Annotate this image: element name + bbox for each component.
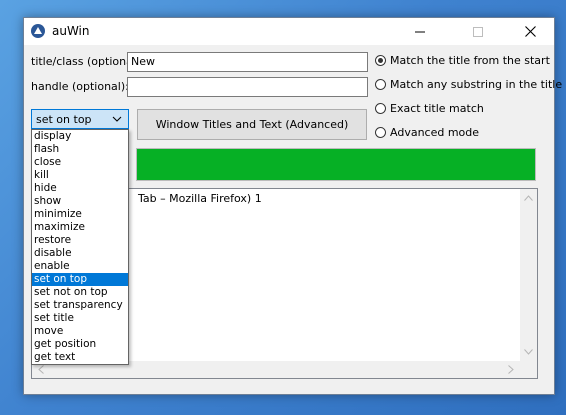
- dropdown-option[interactable]: show: [32, 195, 128, 208]
- dropdown-option[interactable]: set transparency: [32, 299, 128, 312]
- dropdown-option[interactable]: restore: [32, 234, 128, 247]
- close-icon: [524, 26, 536, 37]
- maximize-icon: [473, 26, 483, 37]
- dropdown-option[interactable]: set not on top: [32, 286, 128, 299]
- scroll-right-icon[interactable]: [508, 365, 514, 374]
- radio-exact-match[interactable]: Exact title match: [375, 102, 484, 115]
- scroll-up-icon[interactable]: [524, 195, 533, 201]
- dropdown-option[interactable]: disable: [32, 247, 128, 260]
- title-bar[interactable]: auWin: [24, 18, 554, 45]
- window-titles-advanced-button[interactable]: Window Titles and Text (Advanced): [137, 109, 367, 140]
- combo-selected-value: set on top: [36, 113, 92, 126]
- minimize-button[interactable]: [398, 18, 442, 45]
- title-class-input[interactable]: New: [127, 52, 368, 72]
- dropdown-option[interactable]: set title: [32, 312, 128, 325]
- window-title: auWin: [52, 24, 90, 38]
- dropdown-option[interactable]: set on top: [32, 273, 128, 286]
- radio-match-start[interactable]: Match the title from the start: [375, 54, 550, 67]
- dropdown-option[interactable]: display: [32, 130, 128, 143]
- radio-advanced-mode[interactable]: Advanced mode: [375, 126, 479, 139]
- scroll-corner: [520, 361, 537, 378]
- chevron-down-icon[interactable]: [112, 114, 122, 124]
- radio-indicator: [375, 127, 386, 138]
- dropdown-option[interactable]: maximize: [32, 221, 128, 234]
- handle-input[interactable]: [127, 77, 368, 97]
- dropdown-option[interactable]: get position: [32, 338, 128, 351]
- dropdown-option[interactable]: close: [32, 156, 128, 169]
- dropdown-option[interactable]: enable: [32, 260, 128, 273]
- vertical-scrollbar[interactable]: [520, 189, 537, 361]
- minimize-icon: [415, 31, 425, 32]
- maximize-button[interactable]: [456, 18, 500, 45]
- progress-bar: [136, 148, 536, 181]
- dropdown-option[interactable]: flash: [32, 143, 128, 156]
- scroll-left-icon[interactable]: [38, 365, 44, 374]
- app-window: auWin title/class (optional): New handle…: [23, 17, 562, 395]
- close-button[interactable]: [508, 18, 552, 45]
- radio-label: Advanced mode: [390, 126, 480, 139]
- dropdown-option[interactable]: hide: [32, 182, 128, 195]
- radio-indicator: [375, 55, 386, 66]
- radio-indicator: [375, 79, 386, 90]
- progress-fill: [137, 149, 535, 180]
- dropdown-option[interactable]: kill: [32, 169, 128, 182]
- radio-match-substring[interactable]: Match any substring in the title: [375, 78, 562, 91]
- output-text: Tab – Mozilla Firefox) 1: [138, 192, 262, 205]
- handle-label: handle (optional):: [31, 80, 129, 93]
- scroll-down-icon[interactable]: [524, 349, 533, 355]
- app-icon: [31, 24, 45, 38]
- radio-label: Exact title match: [390, 102, 484, 115]
- dropdown-option[interactable]: move: [32, 325, 128, 338]
- action-dropdown-list[interactable]: display flash close kill hide show minimize max…: [31, 129, 129, 365]
- radio-label: Match the title from the start: [390, 54, 550, 67]
- action-combobox[interactable]: set on top: [31, 109, 129, 129]
- radio-indicator: [375, 103, 386, 114]
- dropdown-option[interactable]: get text: [32, 351, 128, 364]
- dropdown-option[interactable]: minimize: [32, 208, 128, 221]
- radio-label: Match any substring in the title: [390, 78, 563, 91]
